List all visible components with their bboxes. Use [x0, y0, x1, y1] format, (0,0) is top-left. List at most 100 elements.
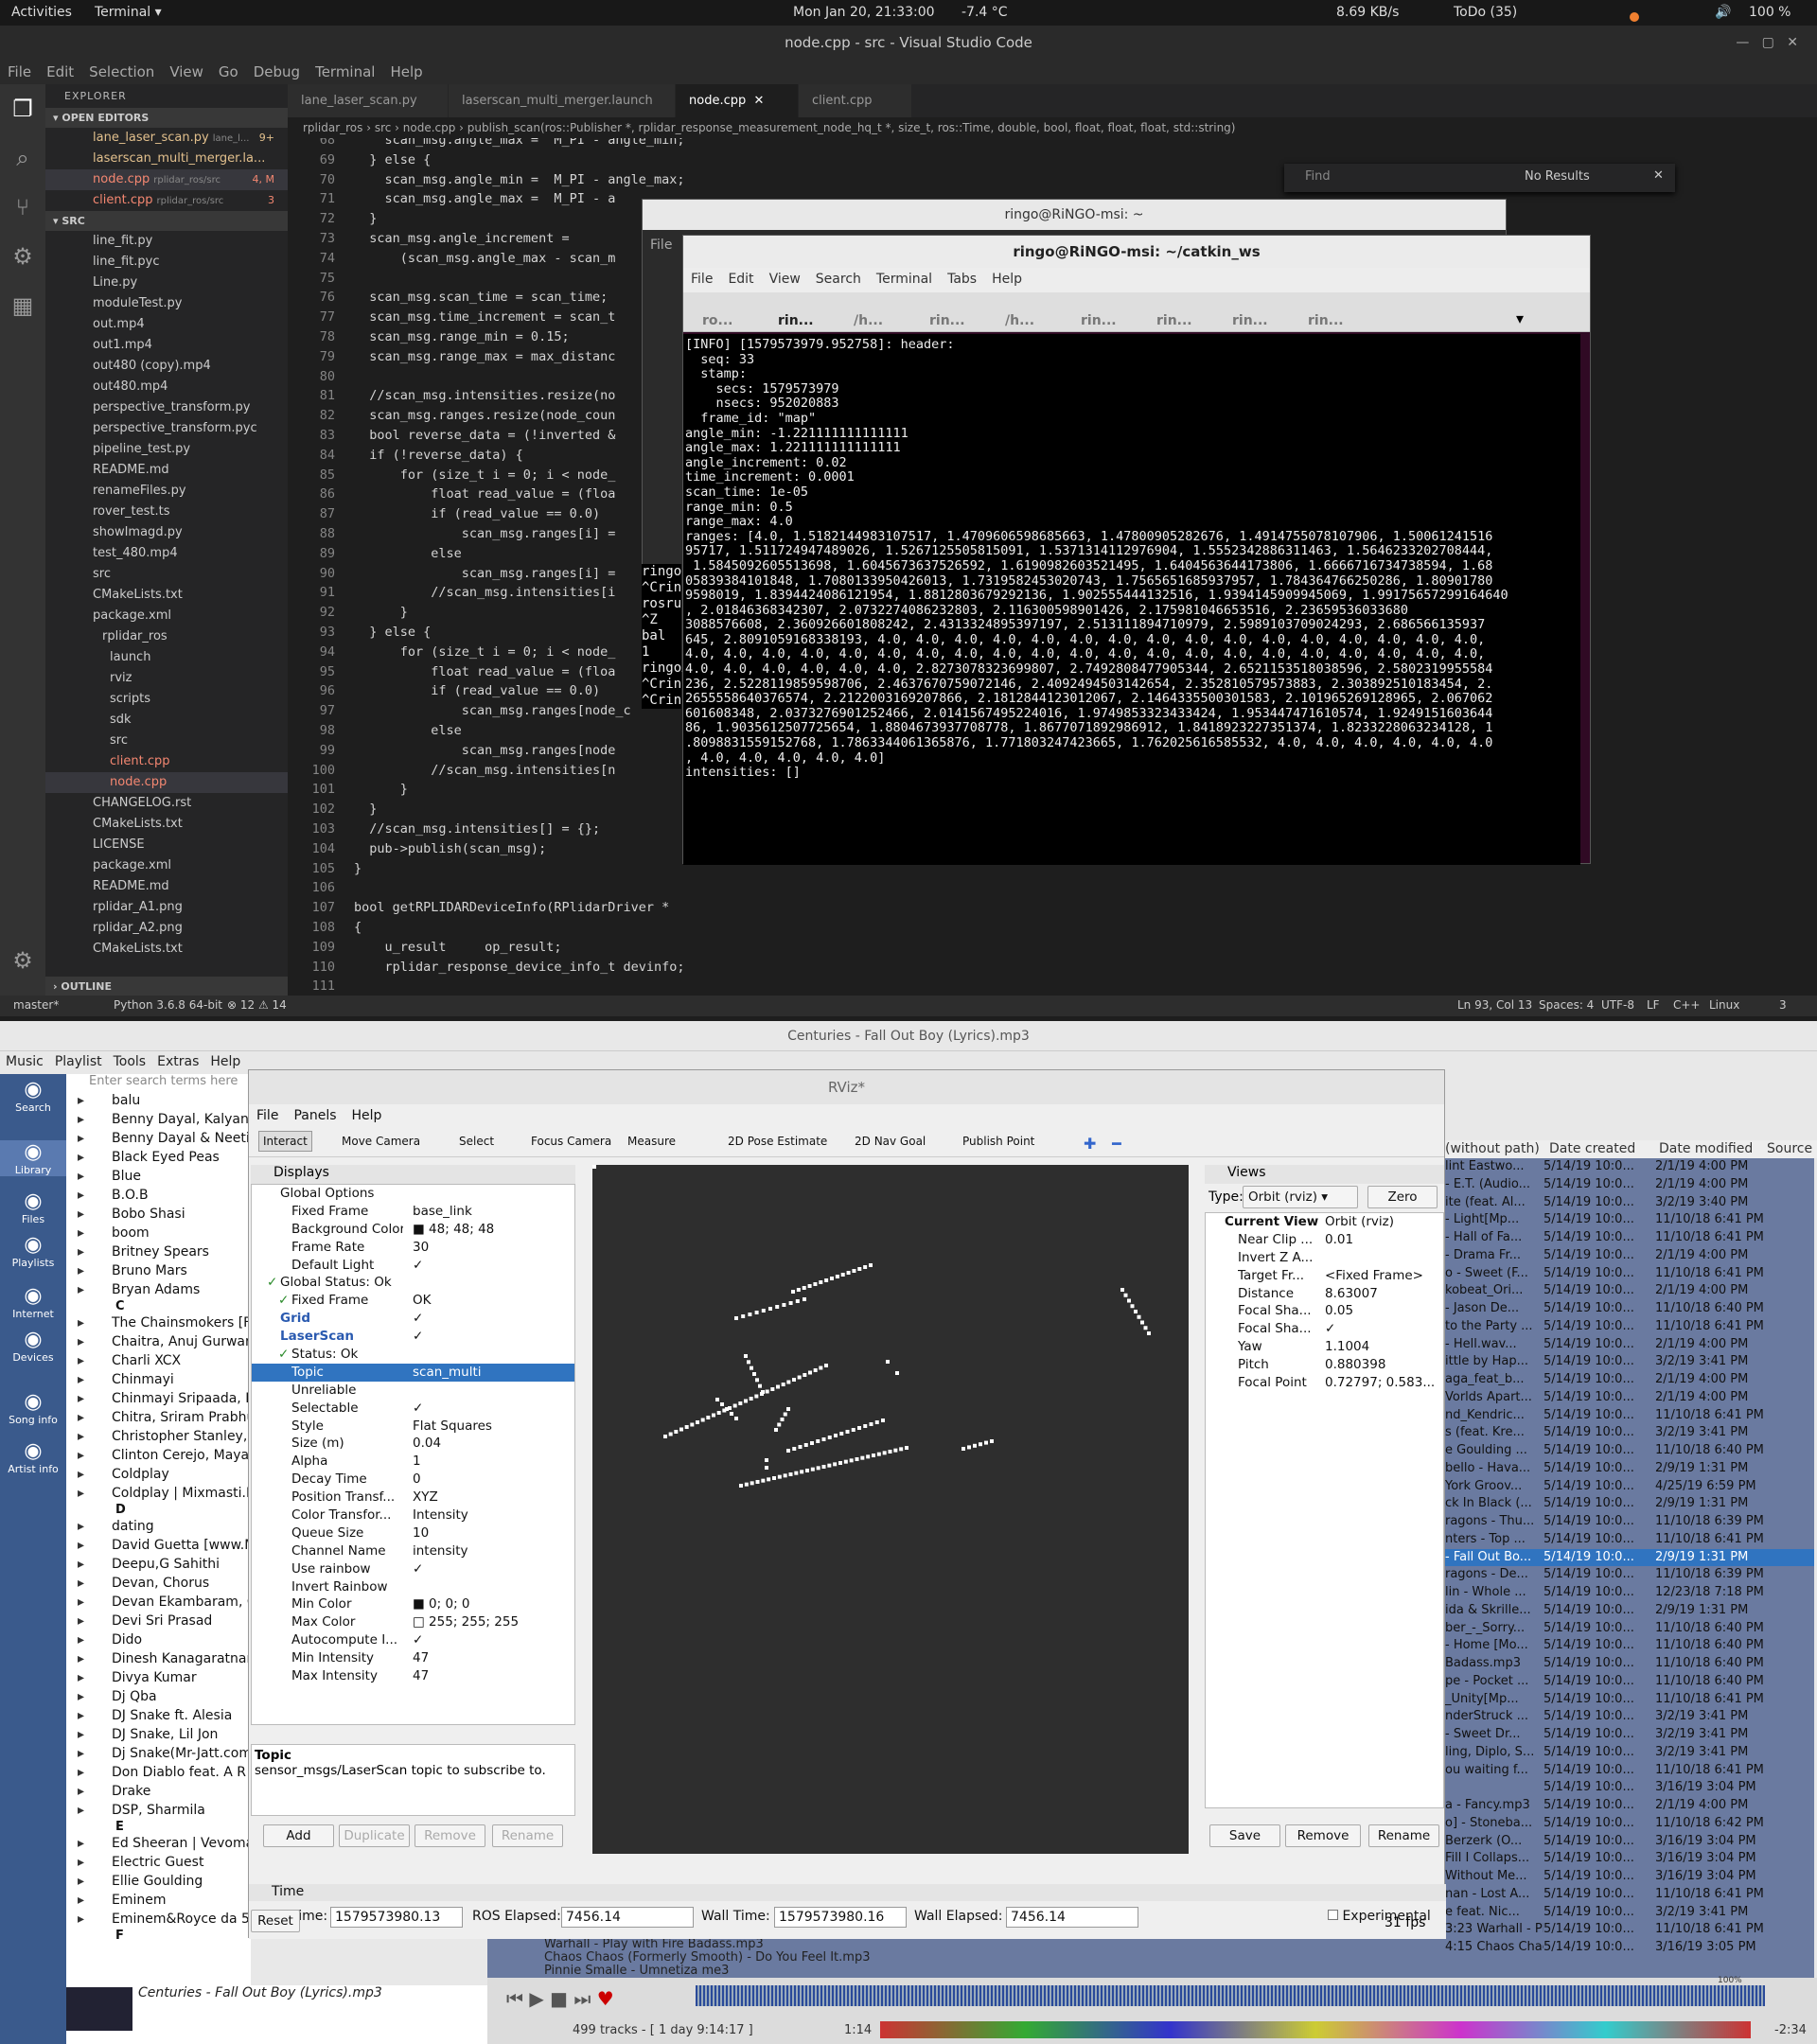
display-property-row[interactable]: Max Color □ 255; 255; 255	[252, 1613, 574, 1631]
artist-item[interactable]: Dj Snake(Mr-Jatt.com	[66, 1744, 251, 1763]
display-property-row[interactable]: Global Options	[252, 1185, 574, 1203]
display-property-row[interactable]: Size (m) 0.04	[252, 1435, 574, 1453]
playlist-bottom-rows[interactable]: Warhall - Play with Fire Badass.mp3 Chaos…	[487, 1938, 1443, 1978]
display-property-row[interactable]: Autocompute I... ✓	[252, 1631, 574, 1649]
file-tree-item[interactable]: rplidar_ros	[45, 626, 288, 647]
artist-library-tree[interactable]: Enter search terms here baluBenny Dayal,…	[66, 1074, 251, 2044]
volume-level[interactable]: 100%	[1718, 1976, 1742, 1985]
playlist-row[interactable]: a - Fancy.mp3 5/14/19 10:0... 2/1/19 4:00 …	[1443, 1797, 1814, 1815]
debug-icon[interactable]: ⚙	[0, 232, 45, 281]
file-tree-item[interactable]: out480.mp4	[45, 377, 288, 397]
playlist-row[interactable]: ragons - De... 5/14/19 10:0... 11/10/18 6:…	[1443, 1566, 1814, 1584]
playlist-row[interactable]: - E.T. (Audio... 5/14/19 10:0... 2/1/19 4:…	[1443, 1176, 1814, 1194]
playlist-row[interactable]: Warhall - Play with Fire Badass.mp3	[487, 1938, 1443, 1951]
3d-viewport[interactable]	[592, 1165, 1189, 1854]
playlist-row[interactable]: aga_feat_b... 5/14/19 10:0... 2/1/19 4:00 …	[1443, 1371, 1814, 1389]
playlist-column-header[interactable]: Source	[1767, 1141, 1812, 1156]
view-property-row[interactable]: Distance 8.63007	[1206, 1285, 1443, 1303]
volume-icon[interactable]: 🔊	[1715, 5, 1731, 20]
playlist-column-header[interactable]: Date created	[1549, 1141, 1635, 1156]
playlist-row[interactable]: e feat. Nic... 5/14/19 10:0... 3/2/19 3:41…	[1443, 1904, 1814, 1922]
playlist-row[interactable]: o] - Stoneba... 5/14/19 10:0... 11/10/18 6…	[1443, 1815, 1814, 1833]
artist-item[interactable]: DJ Snake ft. Alesia	[66, 1706, 251, 1725]
file-tree-item[interactable]: out1.mp4	[45, 335, 288, 356]
remove-tool-icon[interactable]: ━	[1112, 1135, 1121, 1153]
view-property-row[interactable]: Invert Z A...	[1206, 1249, 1443, 1267]
menu-edit[interactable]: Edit	[39, 60, 81, 84]
terminal-menu-view[interactable]: View	[762, 268, 808, 291]
artist-item[interactable]: Devan Ekambaram, Ch	[66, 1593, 251, 1612]
tool-move-camera[interactable]: Move Camera	[342, 1135, 420, 1148]
remove-display-button[interactable]: Remove	[415, 1824, 485, 1847]
tab-client-cpp[interactable]: client.cpp	[799, 84, 912, 117]
file-tree-item[interactable]: rplidar_A2.png	[45, 918, 288, 939]
nav-files[interactable]: ◉ Files	[0, 1189, 66, 1225]
display-property-row[interactable]: Invert Rainbow	[252, 1578, 574, 1596]
playlist-row[interactable]: lint Eastwo... 5/14/19 10:0... 2/1/19 4:00…	[1443, 1158, 1814, 1176]
tab-lane-laser-scan[interactable]: lane_laser_scan.py	[288, 84, 449, 117]
save-view-button[interactable]: Save	[1209, 1824, 1280, 1847]
file-tree-item[interactable]: out.mp4	[45, 314, 288, 335]
playlist-row[interactable]: - Home [Mo... 5/14/19 10:0... 11/10/18 6:4…	[1443, 1637, 1814, 1655]
file-tree-item[interactable]: perspective_transform.pyc	[45, 418, 288, 439]
menu-music[interactable]: Music	[0, 1051, 49, 1072]
terminal-menu-help[interactable]: Help	[984, 268, 1030, 291]
playlist-row[interactable]: nderStruck ... 5/14/19 10:0... 3/2/19 3:41…	[1443, 1708, 1814, 1726]
file-tree-item[interactable]: README.md	[45, 876, 288, 897]
terminal-menu-tabs[interactable]: Tabs	[940, 268, 984, 291]
display-property-row[interactable]: Color Transfor... Intensity	[252, 1507, 574, 1524]
file-tree-item[interactable]: LICENSE	[45, 835, 288, 855]
display-property-row[interactable]: Default Light ✓	[252, 1257, 574, 1275]
file-tree-item[interactable]: showImagd.py	[45, 522, 288, 543]
artist-item[interactable]: Electric Guest	[66, 1853, 251, 1872]
artist-item[interactable]: DSP, Sharmila	[66, 1801, 251, 1820]
playlist-row[interactable]: ida & Skrille... 5/14/19 10:0... 2/9/19 1:…	[1443, 1602, 1814, 1620]
playlist-row[interactable]: Badass.mp3 5/14/19 10:0... 11/10/18 6:40 P…	[1443, 1655, 1814, 1673]
nav-song-info[interactable]: ◉ Song info	[0, 1390, 66, 1426]
remove-view-button[interactable]: Remove	[1285, 1824, 1361, 1847]
terminal-menu-file[interactable]: File	[683, 268, 720, 291]
moodbar-waveform[interactable]	[696, 1985, 1765, 2006]
playlist-row[interactable]: to the Party ... 5/14/19 10:0... 11/10/18 …	[1443, 1318, 1814, 1336]
artist-item[interactable]: Dido	[66, 1630, 251, 1649]
display-property-row[interactable]: Fixed Frame ✓ OK	[252, 1292, 574, 1310]
cursor-position[interactable]: Ln 93, Col 13	[1457, 998, 1532, 1012]
menu-terminal[interactable]: Terminal	[308, 60, 382, 84]
rviz-menu-panels[interactable]: Panels	[286, 1104, 344, 1127]
artist-item[interactable]: dating	[66, 1517, 251, 1536]
menu-debug[interactable]: Debug	[246, 60, 308, 84]
artist-item[interactable]: Drake	[66, 1782, 251, 1801]
notifications-count[interactable]: 3	[1779, 998, 1787, 1012]
close-icon[interactable]: ✕	[1653, 168, 1664, 183]
extensions-icon[interactable]: ▦	[0, 281, 45, 330]
file-tree-item[interactable]: test_480.mp4	[45, 543, 288, 564]
tool-publish-point[interactable]: Publish Point	[962, 1135, 1034, 1148]
wall-time-field[interactable]: 1579573980.16	[774, 1907, 907, 1928]
view-property-row[interactable]: Yaw 1.1004	[1206, 1338, 1443, 1356]
view-property-row[interactable]: Focal Sha... 0.05	[1206, 1302, 1443, 1320]
add-tool-icon[interactable]: ✚	[1084, 1135, 1096, 1153]
artist-item[interactable]: Eminem&Royce da 5'9	[66, 1910, 251, 1929]
display-property-row[interactable]: Min Intensity 47	[252, 1649, 574, 1667]
file-tree-item[interactable]: rviz	[45, 668, 288, 689]
open-editors-header[interactable]: ▾ OPEN EDITORS	[45, 108, 288, 128]
nav-devices[interactable]: ◉ Devices	[0, 1328, 66, 1364]
artist-item[interactable]: Devi Sri Prasad	[66, 1612, 251, 1630]
display-property-row[interactable]: Max Intensity 47	[252, 1667, 574, 1685]
display-property-row[interactable]: Channel Name intensity	[252, 1542, 574, 1560]
menu-go[interactable]: Go	[211, 60, 246, 84]
activities-button[interactable]: Activities	[11, 5, 72, 20]
terminal-window-catkin[interactable]: ringo@RiNGO-msi: ~/catkin_ws File Edit Vie…	[682, 235, 1591, 865]
file-tree-item[interactable]: src	[45, 564, 288, 585]
artist-item[interactable]: Devan, Chorus	[66, 1574, 251, 1593]
playlist-row[interactable]: ber_-_Sorry... 5/14/19 10:0... 11/10/18 6:…	[1443, 1620, 1814, 1638]
rename-display-button[interactable]: Rename	[492, 1824, 563, 1847]
file-tree-item[interactable]: moduleTest.py	[45, 293, 288, 314]
python-interpreter[interactable]: Python 3.6.8 64-bit	[114, 998, 222, 1012]
playlist-row[interactable]: Berzerk (O... 5/14/19 10:0... 3/16/19 3:04…	[1443, 1833, 1814, 1851]
search-icon[interactable]: ⌕	[0, 133, 45, 183]
file-tree-item[interactable]: pipeline_test.py	[45, 439, 288, 460]
artist-item[interactable]: Chinmayi Sripaada, Ka	[66, 1389, 251, 1408]
window-controls[interactable]: — ▢ ✕	[1736, 35, 1798, 50]
terminal-tab-menu-icon[interactable]: ▾	[1516, 309, 1524, 327]
